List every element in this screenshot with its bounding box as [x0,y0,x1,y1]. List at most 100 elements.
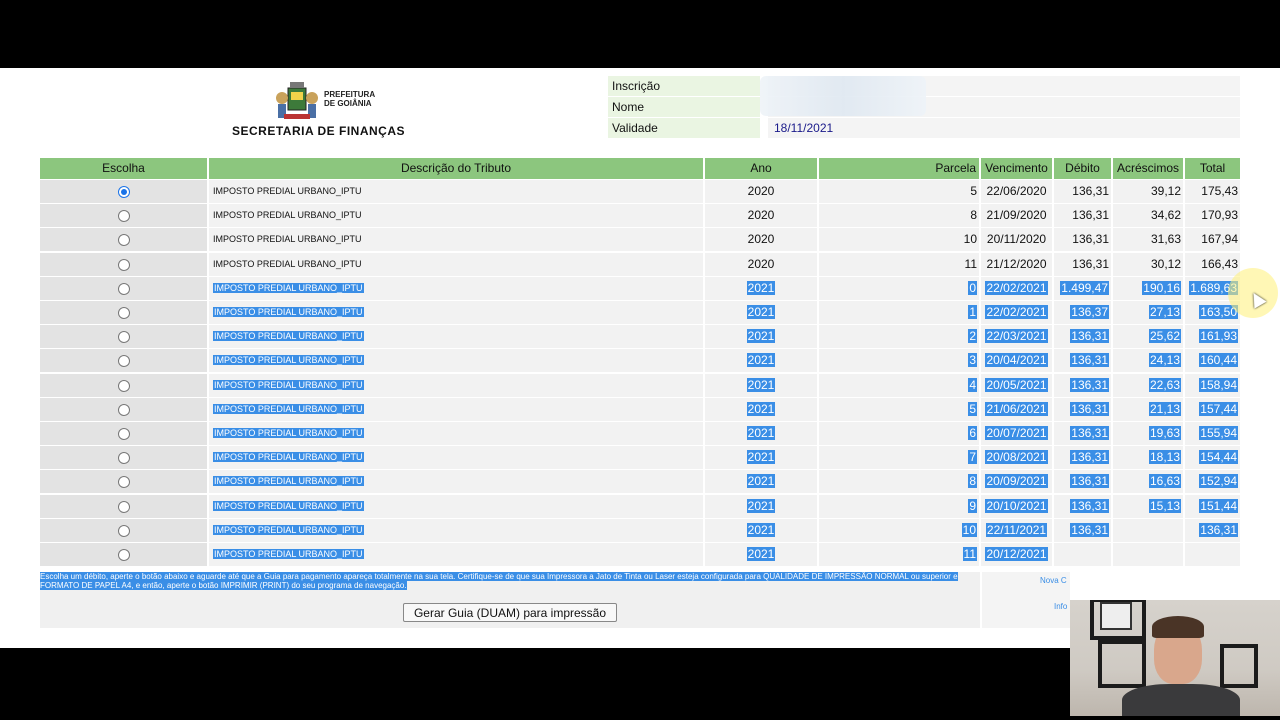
cell-ano-text: 2021 [746,377,776,392]
table-row[interactable]: IMPOSTO PREDIAL URBANO_IPTU 2021 1 22/02/20… [40,301,1240,325]
cell-parcela: 1 [819,301,979,324]
instructions-span: Escolha um débito, aperte o botão abaixo… [40,572,958,590]
info-link[interactable]: Info [1054,602,1067,611]
cell-ano: 2021 [705,397,817,421]
cell-total: 160,44 [1185,349,1240,373]
select-radio[interactable] [118,355,130,368]
cell-debito: 136,31 [1054,180,1111,203]
select-radio[interactable] [118,476,130,489]
cell-escolha [40,494,207,518]
select-radio[interactable] [118,210,130,223]
table-row[interactable]: IMPOSTO PREDIAL URBANO_IPTU 2021 7 20/08/20… [40,446,1240,470]
cell-acrescimos: 31,63 [1113,228,1183,252]
select-radio[interactable] [118,379,130,392]
cell-acrescimos-text: 21,13 [1148,401,1181,416]
table-row[interactable]: IMPOSTO PREDIAL URBANO_IPTU 2020 8 21/09/20… [40,204,1240,228]
cell-descricao-text: IMPOSTO PREDIAL URBANO_IPTU [213,258,362,269]
table-row[interactable]: IMPOSTO PREDIAL URBANO_IPTU 2020 5 22/06/20… [40,180,1240,204]
cell-ano: 2021 [705,446,817,470]
select-radio[interactable] [118,524,130,537]
cell-acrescimos: 190,16 [1113,276,1183,300]
table-row[interactable]: IMPOSTO PREDIAL URBANO_IPTU 2021 2 22/03/20… [40,325,1240,349]
cell-descricao-text: IMPOSTO PREDIAL URBANO_IPTU [213,234,362,245]
select-radio[interactable] [118,452,130,465]
cell-debito-text: 136,31 [1072,184,1109,198]
cell-descricao-text: IMPOSTO PREDIAL URBANO_IPTU [213,500,364,511]
select-radio[interactable] [118,500,130,513]
cell-vencimento: 22/03/2021 [981,325,1052,349]
table-row[interactable]: IMPOSTO PREDIAL URBANO_IPTU 2021 6 20/07/20… [40,422,1240,446]
generate-duam-button[interactable]: Gerar Guia (DUAM) para impressão [403,603,617,622]
cell-acrescimos: 24,13 [1113,349,1183,373]
cell-acrescimos: 27,13 [1113,301,1183,324]
table-row[interactable]: IMPOSTO PREDIAL URBANO_IPTU 2021 0 22/02/20… [40,276,1240,301]
cell-parcela: 6 [819,422,979,445]
cell-descricao: IMPOSTO PREDIAL URBANO_IPTU [209,543,703,566]
col-header-ano: Ano [705,158,817,179]
redacted-blur [760,76,926,116]
cell-acrescimos-text: 190,16 [1142,280,1181,295]
cell-parcela-text: 8 [968,474,977,489]
table-row[interactable]: IMPOSTO PREDIAL URBANO_IPTU 2021 4 20/05/20… [40,373,1240,398]
pref-line2: DE GOIÂNIA [324,99,372,108]
select-radio[interactable] [118,307,130,319]
cell-vencimento: 20/08/2021 [981,446,1052,470]
table-row[interactable]: IMPOSTO PREDIAL URBANO_IPTU 2021 8 20/09/20… [40,470,1240,494]
cell-debito: 136,31 [1054,494,1111,518]
cell-vencimento: 20/10/2021 [981,494,1052,518]
cell-vencimento-text: 20/04/2021 [985,353,1048,368]
cell-total: 166,43 [1185,252,1240,276]
select-radio[interactable] [118,186,130,198]
cell-descricao-text: IMPOSTO PREDIAL URBANO_IPTU [213,186,362,196]
select-radio[interactable] [118,403,130,416]
cell-acrescimos: 19,63 [1113,422,1183,445]
person-body [1122,684,1240,716]
col-header-total: Total [1185,158,1240,179]
table-row[interactable]: IMPOSTO PREDIAL URBANO_IPTU 2021 5 21/06/20… [40,397,1240,422]
person-hair [1152,616,1204,638]
select-radio[interactable] [118,428,130,440]
select-radio[interactable] [118,282,130,295]
cell-acrescimos-text: 18,13 [1148,450,1181,465]
table-row[interactable]: IMPOSTO PREDIAL URBANO_IPTU 2021 11 20/12/2… [40,543,1240,567]
coat-of-arms-icon [276,82,318,119]
cell-acrescimos-text: 27,13 [1148,305,1181,319]
cell-ano: 2021 [705,276,817,300]
cell-debito: 136,31 [1054,470,1111,494]
cell-vencimento-text: 20/07/2021 [985,426,1048,440]
cell-debito-text: 136,31 [1070,474,1109,489]
cell-parcela-text: 1 [968,305,977,319]
cell-ano-text: 2021 [746,280,776,295]
cell-debito-text: 1.499,47 [1060,280,1109,295]
cell-total: 167,94 [1185,228,1240,252]
cell-vencimento-text: 22/02/2021 [985,305,1048,319]
cell-vencimento-text: 20/10/2021 [985,498,1048,513]
cell-vencimento-text: 20/05/2021 [985,377,1048,392]
col-header-descricao: Descrição do Tributo [209,158,703,179]
select-radio[interactable] [118,549,130,561]
select-radio[interactable] [118,234,130,247]
cell-total-text: 175,43 [1201,184,1238,198]
table-row[interactable]: IMPOSTO PREDIAL URBANO_IPTU 2020 11 21/12/2… [40,252,1240,277]
table-row[interactable]: IMPOSTO PREDIAL URBANO_IPTU 2021 9 20/10/20… [40,494,1240,519]
cell-descricao-text: IMPOSTO PREDIAL URBANO_IPTU [213,476,364,487]
cell-debito: 136,31 [1054,518,1111,542]
table-row[interactable]: IMPOSTO PREDIAL URBANO_IPTU 2021 10 22/11/2… [40,518,1240,543]
table-row[interactable]: IMPOSTO PREDIAL URBANO_IPTU 2021 3 20/04/20… [40,349,1240,373]
select-radio[interactable] [118,331,130,344]
cell-vencimento-text: 22/03/2021 [985,329,1048,344]
cell-acrescimos: 22,63 [1113,373,1183,397]
cell-total-text: 161,93 [1199,329,1238,344]
select-radio[interactable] [118,258,130,271]
cell-descricao: IMPOSTO PREDIAL URBANO_IPTU [209,494,703,518]
cell-parcela-text: 7 [968,450,977,465]
cell-parcela-text: 6 [968,426,977,440]
cell-ano: 2021 [705,349,817,373]
cell-debito: 136,31 [1054,349,1111,373]
nova-link[interactable]: Nova C [1040,576,1067,585]
cell-debito: 136,31 [1054,422,1111,445]
table-row[interactable]: IMPOSTO PREDIAL URBANO_IPTU 2020 10 20/11/2… [40,228,1240,252]
cell-parcela-text: 3 [968,353,977,368]
cell-escolha [40,397,207,421]
cell-escolha [40,543,207,566]
